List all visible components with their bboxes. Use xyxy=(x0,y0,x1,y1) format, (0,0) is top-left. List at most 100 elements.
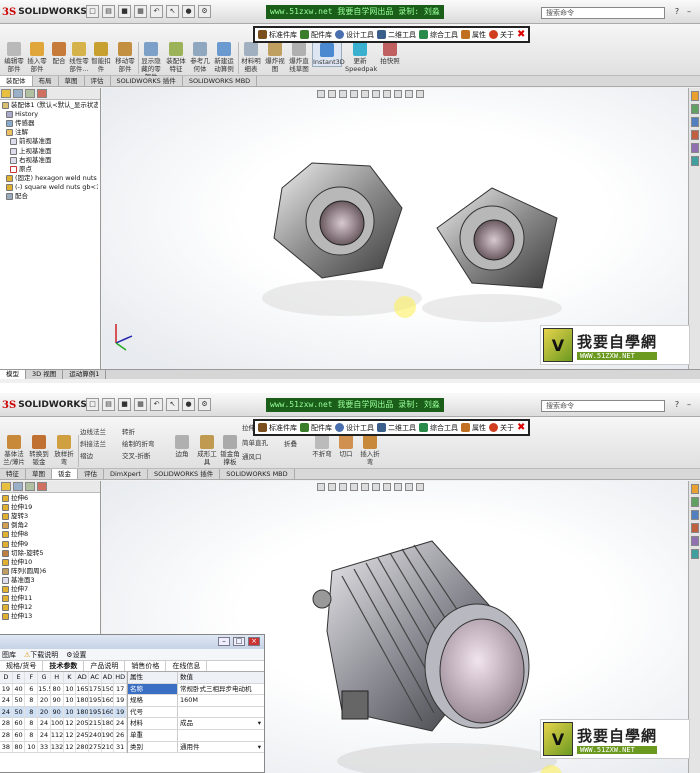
instant3d-button[interactable]: Instant3D xyxy=(312,42,345,67)
bill-of-materials-button[interactable]: 材料明细表 xyxy=(239,42,263,73)
convert-to-sheet-metal-button[interactable]: 转换到钣金 xyxy=(27,435,51,466)
jog-button[interactable]: 转折 xyxy=(122,428,166,436)
minimize-button[interactable]: – xyxy=(218,637,230,646)
appearances-icon[interactable] xyxy=(691,536,699,546)
addin-item-fittings[interactable]: 配件库 xyxy=(300,30,332,40)
tree-item-plane3[interactable]: 基准面3 xyxy=(2,576,98,585)
view-palette-icon[interactable] xyxy=(691,523,699,533)
help-icon[interactable]: ? xyxy=(672,400,682,410)
tab-features[interactable]: 特征 xyxy=(0,469,26,479)
tree-item-circular-pattern6[interactable]: 阵列(圆周)6 xyxy=(2,567,98,576)
tree-item-extrude11[interactable]: 拉伸11 xyxy=(2,594,98,603)
file-explorer-icon[interactable] xyxy=(691,510,699,520)
configuration-manager-icon[interactable] xyxy=(25,482,35,491)
update-speedpak-button[interactable]: 更新Speedpak xyxy=(345,42,377,73)
hem-button[interactable]: 褶边 xyxy=(80,452,120,460)
tree-item-sensors[interactable]: 传感器 xyxy=(2,119,98,128)
table-row[interactable]: 24 50 8 20 90 10 180 195 160 19 xyxy=(0,706,128,719)
addin-item-design-tools[interactable]: 设计工具 xyxy=(335,30,374,40)
table-row[interactable]: 24 50 8 20 90 10 180 195 160 19 xyxy=(0,695,128,707)
options-icon[interactable]: ⚙ xyxy=(198,398,211,411)
no-bends-button[interactable]: 不折弯 xyxy=(310,435,334,458)
table-row[interactable]: 28 60 8 24 112 12 245 240 190 26 xyxy=(0,729,128,742)
search-commands-input[interactable]: 搜索命令 xyxy=(541,400,665,412)
design-library-icon[interactable] xyxy=(691,497,699,507)
table-row[interactable]: 1940615.5801016517515017 xyxy=(0,683,128,696)
tab-3d-views[interactable]: 3D 视图 xyxy=(26,370,64,379)
addin-item-general-tools[interactable]: 综合工具 xyxy=(419,30,458,40)
property-row-material[interactable]: 材料 成品 ▾ xyxy=(128,718,264,730)
tree-item-revolve3[interactable]: 旋转3 xyxy=(2,512,98,521)
table-row[interactable]: 38 80 10 33 132 12 280 275 210 31 xyxy=(0,741,128,754)
base-flange-button[interactable]: 基体法兰/薄片 xyxy=(2,435,26,466)
new-file-icon[interactable]: □ xyxy=(86,398,99,411)
tab-sketch[interactable]: 草图 xyxy=(26,469,52,479)
tab-solidworks-addins[interactable]: SOLIDWORKS 插件 xyxy=(111,76,183,86)
tree-item-front-plane[interactable]: 前视基准面 xyxy=(2,137,98,146)
edit-component-button[interactable]: 编辑零部件 xyxy=(2,42,26,73)
property-row-category[interactable]: 类别 通用件 ▾ xyxy=(128,741,264,754)
tree-item-cut-revolve5[interactable]: 切除-旋转5 xyxy=(2,549,98,558)
forming-tool-button[interactable]: 成形工具 xyxy=(195,435,219,466)
tab-sales-price[interactable]: 销售价格 xyxy=(125,661,167,671)
addin-item-properties[interactable]: 属性 xyxy=(461,423,486,433)
assembly-features-button[interactable]: 装配体特征 xyxy=(164,42,188,73)
tree-item-extrude9[interactable]: 拉伸9 xyxy=(2,539,98,548)
exploded-view-button[interactable]: 爆炸视图 xyxy=(263,42,287,73)
tree-item-assembly[interactable]: 装配体1 (默认<默认_显示状态- xyxy=(2,101,98,110)
edge-flange-button[interactable]: 边线法兰 xyxy=(80,428,120,436)
tree-item-chamfer2[interactable]: 倒角2 xyxy=(2,521,98,530)
property-row-code[interactable]: 代号 xyxy=(128,706,264,719)
feature-manager-icon[interactable] xyxy=(1,89,11,98)
print-icon[interactable]: ▦ xyxy=(134,5,147,18)
tab-sheet-metal[interactable]: 钣金 xyxy=(52,469,78,479)
undo-icon[interactable]: ↶ xyxy=(150,398,163,411)
tree-item-extrude19[interactable]: 拉伸19 xyxy=(2,503,98,512)
tab-solidworks-mbd[interactable]: SOLIDWORKS MBD xyxy=(183,76,258,86)
undo-icon[interactable]: ↶ xyxy=(150,5,163,18)
miter-flange-button[interactable]: 斜接法兰 xyxy=(80,440,120,448)
options-icon[interactable]: ⚙ xyxy=(198,5,211,18)
tree-item-top-plane[interactable]: 上视基准面 xyxy=(2,146,98,155)
reference-geometry-button[interactable]: 参考几何体 xyxy=(188,42,212,73)
property-row-name[interactable]: 名称 常规卧式三相异步电动机 xyxy=(128,683,264,696)
addin-item-about[interactable]: 关于 xyxy=(489,30,514,40)
file-explorer-icon[interactable] xyxy=(691,117,699,127)
tree-item-extrude6[interactable]: 拉伸6 xyxy=(2,494,98,503)
rebuild-icon[interactable]: ● xyxy=(182,5,195,18)
close-button[interactable]: × xyxy=(248,637,260,646)
corners-button[interactable]: 边角 xyxy=(170,435,194,458)
simple-hole-button[interactable]: 简单直孔 xyxy=(242,439,282,447)
addin-item-about[interactable]: 关于 xyxy=(489,423,514,433)
table-row[interactable]: 28 60 8 24 100 12 205 215 180 24 xyxy=(0,718,128,730)
tree-item-right-plane[interactable]: 右视基准面 xyxy=(2,156,98,165)
fan-cover[interactable] xyxy=(439,618,525,724)
configuration-manager-icon[interactable] xyxy=(25,89,35,98)
rebuild-icon[interactable]: ● xyxy=(182,398,195,411)
download-notes-button[interactable]: ⚠下载说明 xyxy=(24,650,58,660)
cross-break-button[interactable]: 交叉-折断 xyxy=(122,452,166,460)
tree-item-origin[interactable]: 原点 xyxy=(2,165,98,174)
tree-item-extrude12[interactable]: 拉伸12 xyxy=(2,603,98,612)
gallery-button[interactable]: 图库 xyxy=(2,650,16,660)
open-file-icon[interactable]: ▤ xyxy=(102,5,115,18)
chevron-down-icon[interactable]: ▾ xyxy=(256,718,264,729)
tab-dimxpert[interactable]: DimXpert xyxy=(104,469,148,479)
tree-item-extrude8[interactable]: 拉伸8 xyxy=(2,530,98,539)
explode-line-sketch-button[interactable]: 爆炸直线草图 xyxy=(287,42,311,73)
smart-fasteners-button[interactable]: 智能扣件 xyxy=(89,42,113,73)
take-snapshot-button[interactable]: 拍快照 xyxy=(378,42,402,65)
addin-item-2d-tools[interactable]: 二维工具 xyxy=(377,423,416,433)
addin-item-properties[interactable]: 属性 xyxy=(461,30,486,40)
insert-bends-button[interactable]: 插入折弯 xyxy=(358,435,382,466)
display-manager-icon[interactable] xyxy=(37,482,47,491)
new-motion-study-button[interactable]: 新建运动算例 xyxy=(212,42,236,73)
help-icon[interactable]: ? xyxy=(672,7,682,17)
terminal-box[interactable] xyxy=(341,690,369,720)
addin-item-standard-parts[interactable]: 标准件库 xyxy=(258,30,297,40)
tree-item-extrude13[interactable]: 拉伸13 xyxy=(2,612,98,621)
addin-item-general-tools[interactable]: 综合工具 xyxy=(419,423,458,433)
select-icon[interactable]: ↖ xyxy=(166,398,179,411)
sheet-metal-gusset-button[interactable]: 钣金角撑板 xyxy=(218,435,242,466)
tree-item-mates[interactable]: 配合 xyxy=(2,192,98,201)
